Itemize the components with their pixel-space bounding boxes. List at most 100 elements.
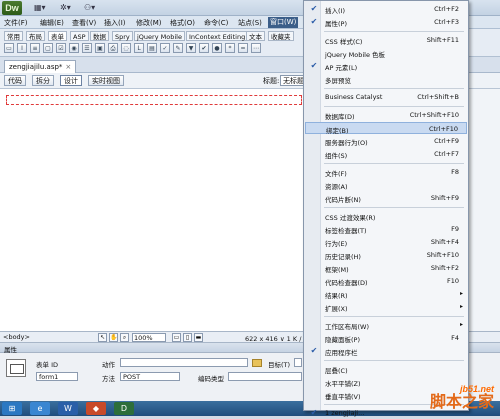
menu-format[interactable]: 格式(O) (170, 18, 195, 28)
textarea-insert-icon[interactable]: ≡ (30, 43, 40, 53)
insert-tab-jquery-mobile[interactable]: jQuery Mobile (134, 31, 185, 41)
browse-folder-icon[interactable] (252, 359, 262, 367)
vertical-scrollbar[interactable] (469, 89, 500, 331)
method-select[interactable]: POST (120, 372, 180, 381)
split-view-button[interactable]: 拆分 (32, 75, 54, 86)
button-insert-icon[interactable]: ▢ (43, 43, 53, 53)
insert-tab-asp[interactable]: ASP (70, 31, 89, 41)
code-view-button[interactable]: 代码 (4, 75, 26, 86)
menu-modify[interactable]: 修改(M) (136, 18, 162, 28)
close-icon[interactable]: × (65, 63, 71, 71)
insert-tab-spry[interactable]: Spry (112, 31, 133, 41)
window-menu-item[interactable]: 代码片断(N) Shift+F9 (305, 192, 467, 204)
menu-separator (324, 316, 464, 317)
word-icon[interactable]: W (58, 402, 78, 415)
window-menu-item[interactable]: jQuery Mobile 色板 (305, 47, 467, 59)
spry-confirm-icon[interactable]: = (238, 43, 248, 53)
window-menu-item[interactable]: 隐藏面板(P) F4 (305, 332, 467, 344)
window-menu-item[interactable]: 结果(R) ▸ (305, 288, 467, 300)
form-outline[interactable] (6, 95, 302, 105)
insert-tab-incontext[interactable]: InContext Editing (186, 31, 249, 41)
start-icon[interactable]: ⊞ (2, 402, 22, 415)
insert-tab-common[interactable]: 常用 (4, 31, 23, 41)
window-menu-item[interactable]: 框架(M) Shift+F2 (305, 262, 467, 274)
fieldset-insert-icon[interactable]: ▤ (147, 43, 157, 53)
file-insert-icon[interactable]: ⎙ (108, 43, 118, 53)
spry-checkbox-icon[interactable]: ✔ (199, 43, 209, 53)
label-insert-icon[interactable]: L (134, 43, 144, 53)
window-menu-item-shortcut: Ctrl+F9 (434, 137, 459, 145)
spry-select-icon[interactable]: ▼ (186, 43, 196, 53)
window-menu-item[interactable]: 层叠(C) (305, 363, 467, 375)
window-menu-item[interactable]: ✔ 属性(P) Ctrl+F3 (305, 16, 467, 28)
submenu-arrow-icon: ▸ (459, 303, 463, 310)
spry-textarea-icon[interactable]: ✎ (173, 43, 183, 53)
spry-radio-icon[interactable]: ● (212, 43, 222, 53)
window-menu-item[interactable]: 代码检查器(D) F10 (305, 275, 467, 287)
menu-window[interactable]: 窗口(W) (268, 17, 299, 28)
menu-site[interactable]: 站点(S) (238, 18, 262, 28)
checkbox-insert-icon[interactable]: ☑ (56, 43, 66, 53)
window-menu-item[interactable]: Business Catalyst Ctrl+Shift+B (305, 91, 467, 103)
enctype-select[interactable] (228, 372, 302, 381)
document-tab[interactable]: zengjiajilu.asp* × (4, 60, 77, 73)
window-menu-item[interactable]: ✔ 应用程序栏 (305, 345, 467, 357)
tag-selector[interactable]: <body> (3, 333, 30, 341)
site-icon[interactable]: ⚇▾ (84, 3, 95, 12)
image-insert-icon[interactable]: ▣ (95, 43, 105, 53)
form-element-icon (6, 359, 26, 377)
menu-view[interactable]: 查看(V) (72, 18, 96, 28)
insert-tab-layout[interactable]: 布局 (26, 31, 45, 41)
spry-password-icon[interactable]: * (225, 43, 235, 53)
action-input[interactable] (120, 358, 248, 367)
menu-commands[interactable]: 命令(C) (204, 18, 228, 28)
insert-tab-forms[interactable]: 表单 (48, 31, 67, 41)
layout-icon[interactable]: ▦▾ (34, 3, 46, 12)
select-tool-icon[interactable]: ↖ (98, 333, 107, 342)
textfield-insert-icon[interactable]: I (17, 43, 27, 53)
live-view-button[interactable]: 实时视图 (88, 75, 124, 86)
window-menu-item[interactable]: CSS 过渡效果(R) (305, 210, 467, 222)
menu-edit[interactable]: 编辑(E) (40, 18, 64, 28)
insert-tab-data[interactable]: 数据 (90, 31, 109, 41)
window-menu-item[interactable]: 绑定(B) Ctrl+F10 (305, 122, 467, 135)
tablet-size-icon[interactable]: ▯ (183, 333, 192, 342)
window-menu-item[interactable]: 数据库(D) Ctrl+Shift+F10 (305, 109, 467, 121)
design-view-button[interactable]: 设计 (60, 75, 82, 86)
window-menu-item[interactable]: 历史记录(H) Shift+F10 (305, 249, 467, 261)
insert-tab-text[interactable]: 文本 (246, 31, 265, 41)
window-menu-item[interactable]: 文件(F) F8 (305, 166, 467, 178)
menu-insert[interactable]: 插入(I) (104, 18, 126, 28)
menu-file[interactable]: 文件(F) (4, 18, 28, 28)
gear-icon[interactable]: ✲▾ (60, 3, 71, 12)
ie-icon[interactable]: e (30, 402, 50, 415)
dreamweaver-task-icon[interactable]: D (114, 402, 134, 415)
window-size-icon[interactable]: ▭ (172, 333, 181, 342)
window-menu-item[interactable]: 行为(E) Shift+F4 (305, 236, 467, 248)
hand-tool-icon[interactable]: ✋ (109, 333, 118, 342)
desktop-size-icon[interactable]: ▬ (194, 333, 203, 342)
hidden-insert-icon[interactable]: ◌ (121, 43, 131, 53)
window-menu-item[interactable]: CSS 样式(C) Shift+F11 (305, 34, 467, 46)
window-menu-item[interactable]: 资源(A) (305, 179, 467, 191)
window-menu-item-label: 代码片断(N) (325, 196, 361, 204)
list-insert-icon[interactable]: ☰ (82, 43, 92, 53)
insert-tab-favorites[interactable]: 收藏夹 (268, 31, 294, 41)
window-menu-item[interactable]: 多屏预览 (305, 73, 467, 85)
radio-insert-icon[interactable]: ◉ (69, 43, 79, 53)
window-menu-item[interactable]: 工作区布局(W) ▸ (305, 319, 467, 331)
window-menu-item[interactable]: 扩展(X) ▸ (305, 301, 467, 313)
window-menu-item[interactable]: ✔ AP 元素(L) (305, 60, 467, 72)
zoom-tool-icon[interactable]: ⌕ (120, 333, 129, 342)
window-menu-item[interactable]: 标签检查器(T) F9 (305, 223, 467, 235)
form-insert-icon[interactable]: ▭ (4, 43, 14, 53)
window-menu-item[interactable]: 组件(S) Ctrl+F7 (305, 148, 467, 160)
target-select[interactable] (294, 358, 302, 367)
window-menu-item[interactable]: ✔ 插入(I) Ctrl+F2 (305, 3, 467, 15)
spry-validate-icon[interactable]: ✓ (160, 43, 170, 53)
form-id-input[interactable]: form1 (36, 372, 78, 381)
window-menu-item[interactable]: 服务器行为(O) Ctrl+F9 (305, 135, 467, 147)
app-icon[interactable]: ◆ (86, 402, 106, 415)
spry-more-icon[interactable]: ⋯ (251, 43, 261, 53)
zoom-select[interactable]: 100% (132, 333, 166, 342)
